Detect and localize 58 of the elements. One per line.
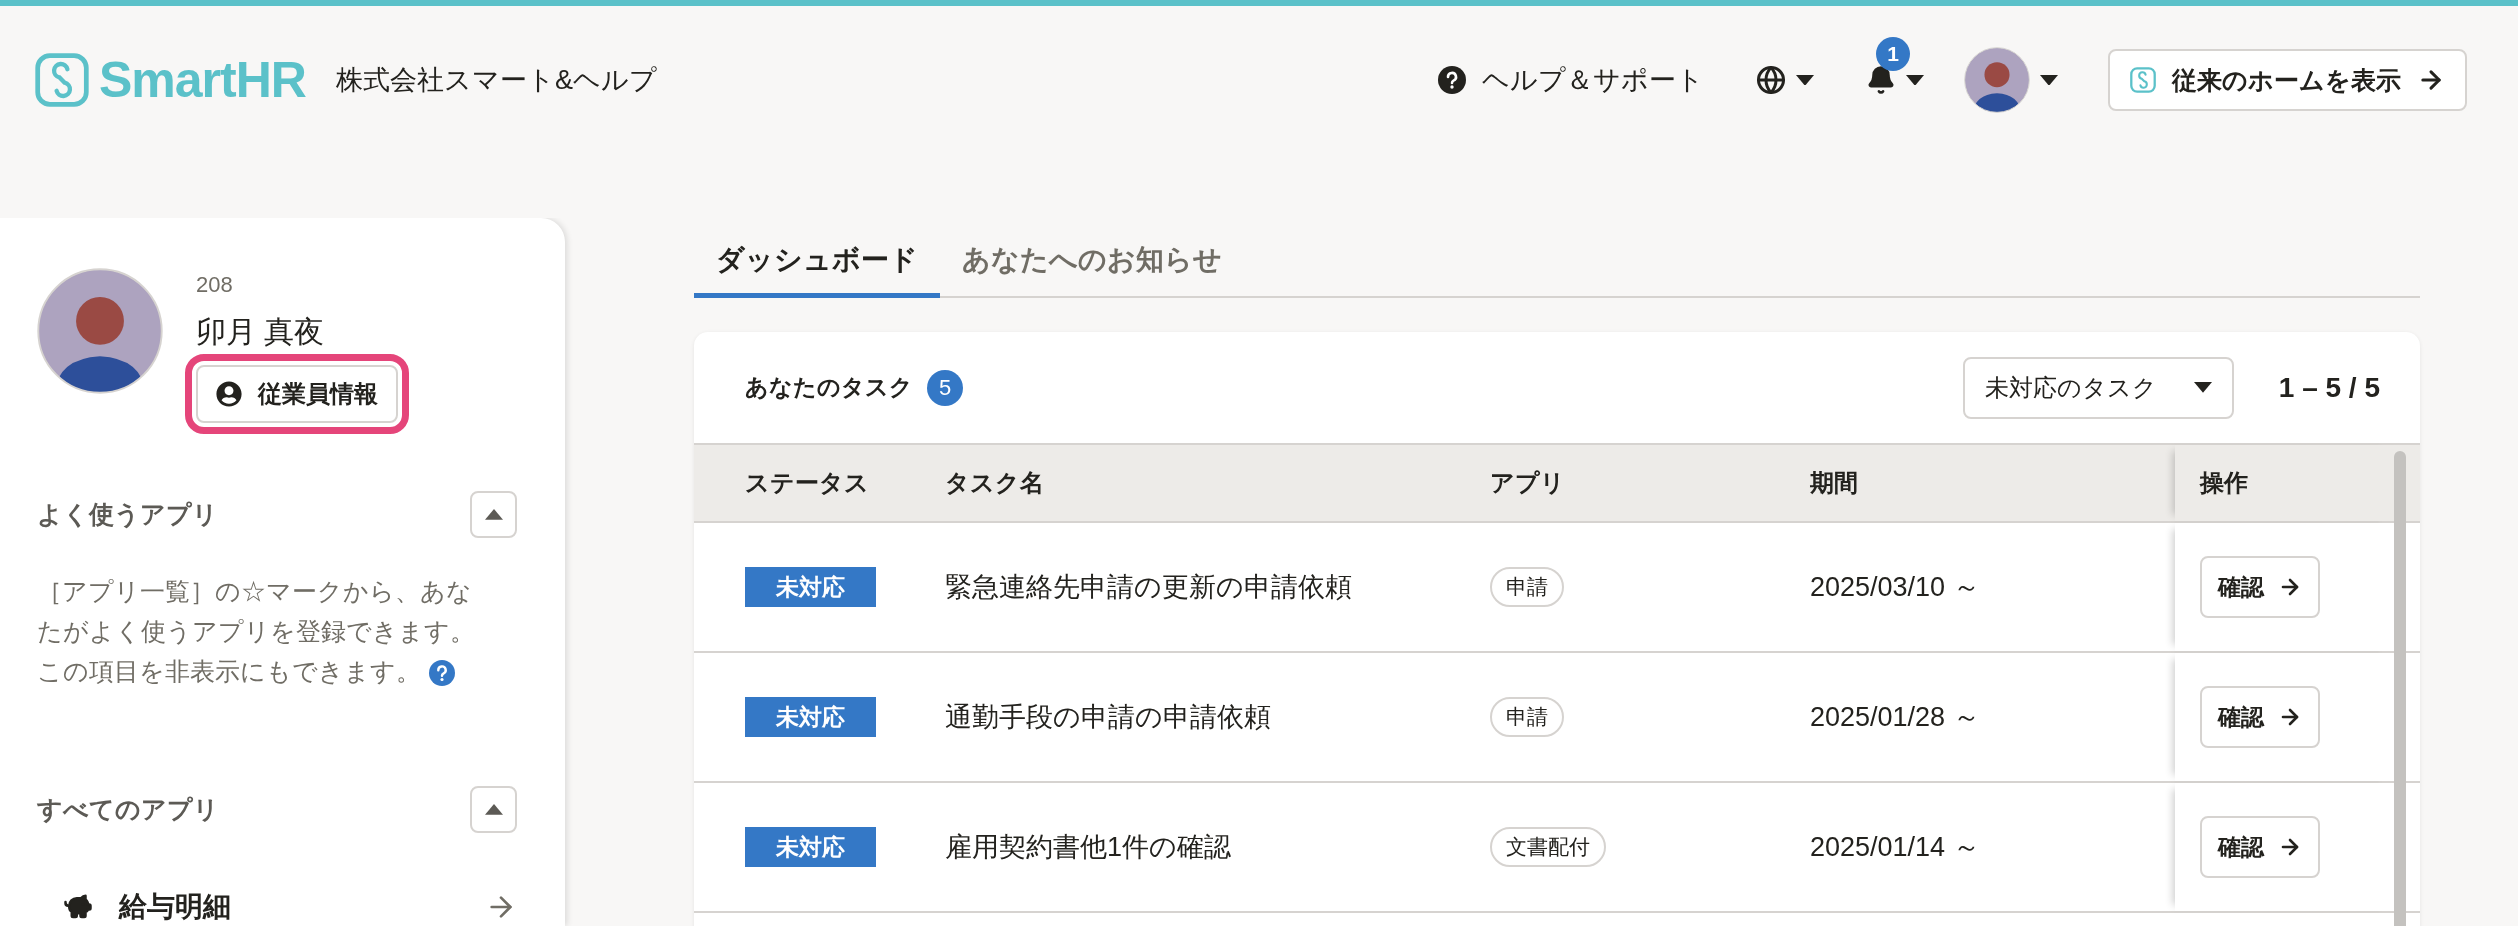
help-icon[interactable] [429,660,455,687]
task-name: 雇用契約書他1件の確認 [945,831,1233,864]
card-title: あなたのタスク [745,373,913,402]
task-period: 2025/03/10 ～ [1810,571,1981,604]
section-title: すべてのアプリ [37,794,219,825]
avatar-icon [1964,47,2030,113]
language-menu-button[interactable] [1756,65,1814,95]
task-period: 2025/01/28 ～ [1810,701,1981,734]
task-period: 2025/01/14 ～ [1810,831,1981,864]
column-header: タスク名 [945,468,1045,498]
app-link[interactable]: 給与明細 [37,888,517,926]
account-menu-button[interactable] [1964,47,2058,113]
company-name: 株式会社スマート&ヘルプ [335,64,657,97]
column-header: 操作 [2200,468,2248,498]
task-name: 通勤手段の申請の申請依頼 [945,701,1272,734]
user-icon [216,381,242,407]
caret-up-icon [484,804,503,815]
globe-icon [1756,65,1786,95]
notification-badge: 1 [1876,37,1910,71]
caret-down-icon [2040,74,2058,86]
section-title: よく使うアプリ [37,499,218,530]
status-badge: 未対応 [745,697,876,737]
logo-icon [2130,67,2156,93]
classic-home-button[interactable]: 従来のホームを表示 [2108,49,2467,111]
app-tag: 申請 [1490,567,1564,607]
status-badge: 未対応 [745,827,876,867]
status-badge: 未対応 [745,567,876,607]
caret-down-icon [1906,74,1924,86]
employee-number: 208 [196,272,234,298]
caret-down-icon [2193,382,2212,393]
pagination-range: 1 – 5 / 5 [2278,371,2380,404]
avatar-icon [37,268,163,394]
logo-icon [35,53,89,107]
column-header: ステータス [745,468,870,498]
column-header: アプリ [1490,468,1566,498]
confirm-button[interactable]: 確認 [2200,686,2320,748]
help-link[interactable]: ヘルプ＆サポート [1438,62,1704,98]
section-description: ［アプリ一覧］の☆マークから、あなたがよく使うアプリを登録できます。この項目を非表示にもできます。 [37,576,476,689]
help-icon [1438,66,1466,94]
task-count-badge: 5 [927,369,963,406]
logo-text: SmartHR [99,51,306,109]
caret-up-icon [484,509,503,520]
app-tag: 文書配付 [1490,827,1606,867]
employee-name: 卯月 真夜 [196,314,326,350]
collapse-toggle-button[interactable] [470,491,517,538]
bell-icon [1866,65,1896,95]
column-header: 期間 [1810,468,1859,498]
app-tag: 申請 [1490,697,1564,737]
collapse-toggle-button[interactable] [470,786,517,833]
caret-down-icon [1796,74,1814,86]
tab[interactable]: あなたへのお知らせ [940,226,1244,298]
tab[interactable]: ダッシュボード [694,226,940,298]
confirm-button[interactable]: 確認 [2200,816,2320,878]
scrollbar-thumb[interactable] [2394,451,2406,926]
filter-dropdown[interactable]: 未対応のタスク [1962,356,2234,419]
task-name: 緊急連絡先申請の更新の申請依頼 [945,571,1353,604]
notification-menu-button[interactable] [1866,65,1924,95]
confirm-button[interactable]: 確認 [2200,556,2320,618]
